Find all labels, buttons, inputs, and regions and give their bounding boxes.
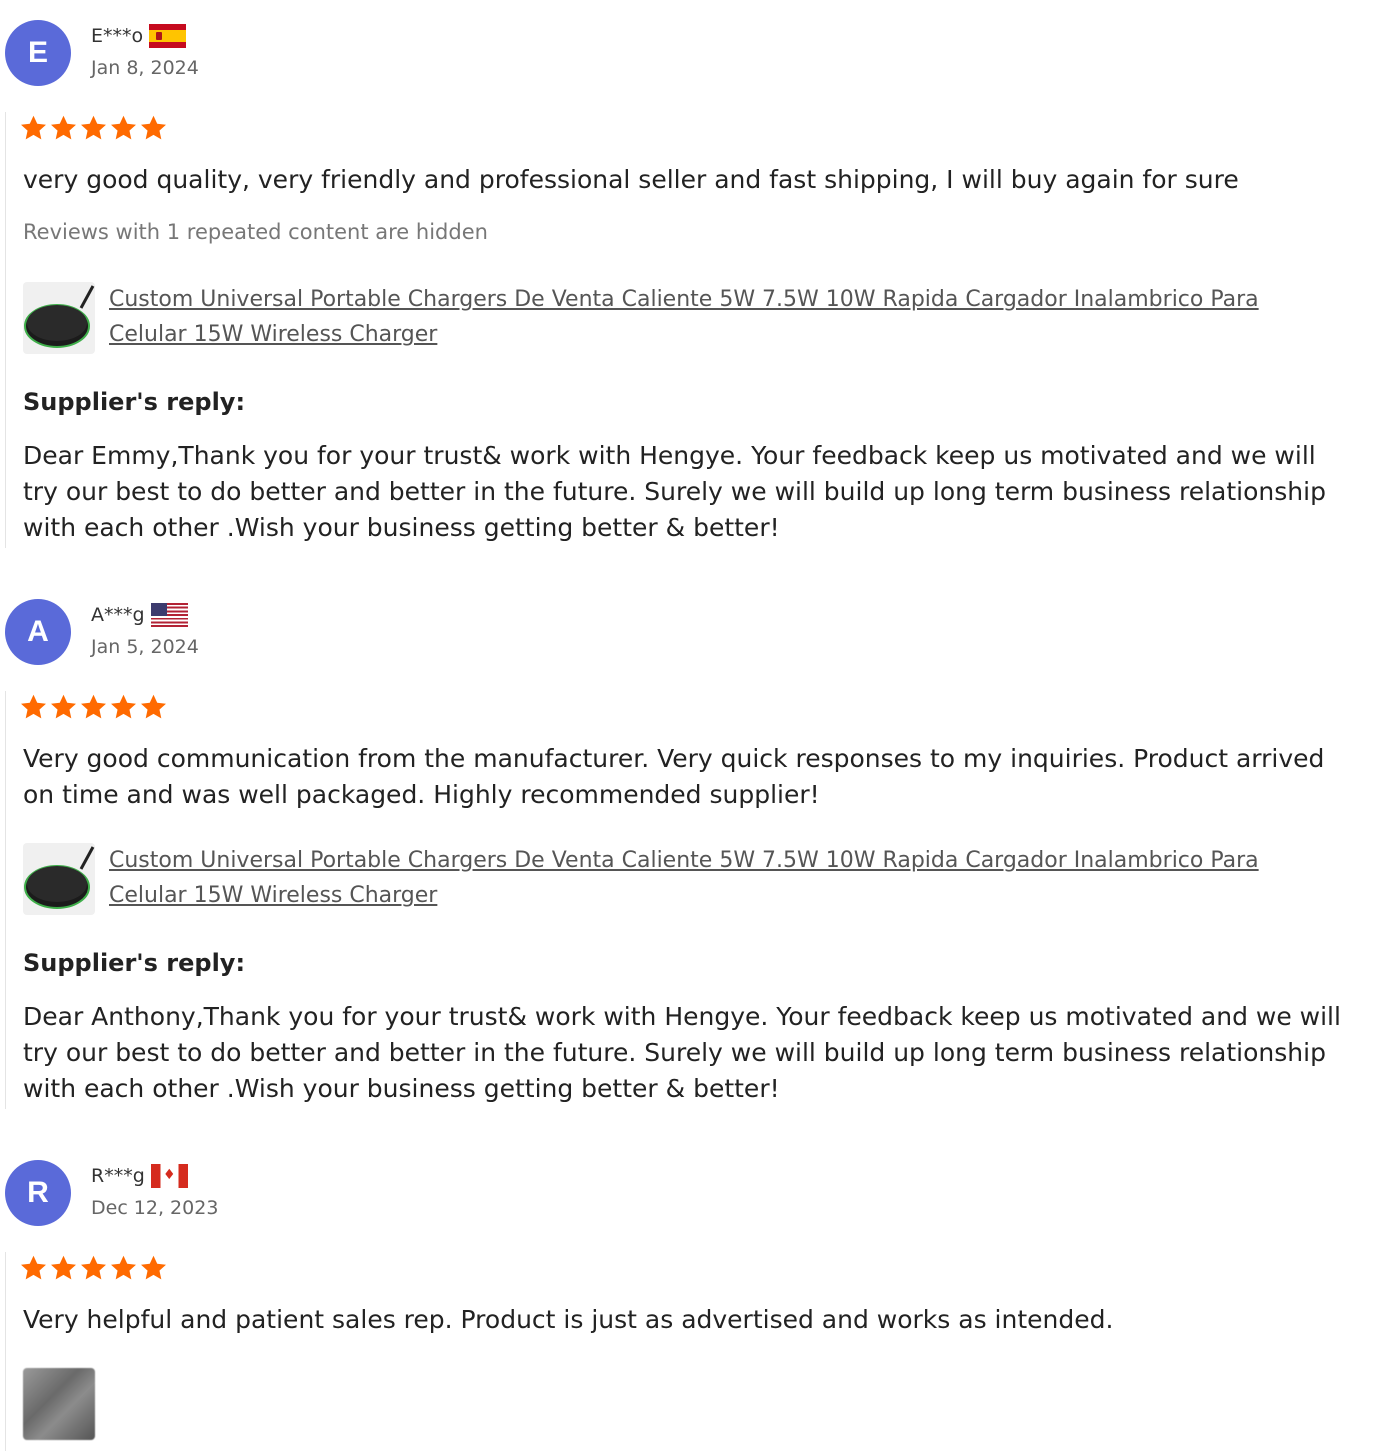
product-link-row: Custom Universal Portable Chargers De Ve… bbox=[23, 843, 1339, 915]
reviewer-name-text: A***g bbox=[91, 604, 145, 626]
review-text: Very helpful and patient sales rep. Prod… bbox=[23, 1305, 1114, 1334]
avatar: R bbox=[5, 1160, 71, 1226]
spain-flag-icon bbox=[149, 24, 187, 48]
star-icon bbox=[141, 115, 166, 140]
star-rating bbox=[19, 693, 168, 721]
wireless-charger-icon bbox=[24, 285, 95, 348]
reviewer-name-text: R***g bbox=[91, 1165, 145, 1187]
star-rating bbox=[19, 114, 168, 142]
supplier-reply-title: Supplier's reply: bbox=[23, 388, 246, 416]
product-link[interactable]: Custom Universal Portable Chargers De Ve… bbox=[109, 282, 1339, 352]
review-date: Jan 8, 2024 bbox=[91, 57, 199, 79]
product-link[interactable]: Custom Universal Portable Chargers De Ve… bbox=[109, 843, 1339, 913]
hidden-reviews-note: Reviews with 1 repeated content are hidd… bbox=[23, 220, 488, 244]
wireless-charger-icon bbox=[24, 846, 95, 909]
star-icon bbox=[81, 1255, 106, 1280]
star-icon bbox=[141, 1255, 166, 1280]
supplier-reply-title: Supplier's reply: bbox=[23, 949, 246, 977]
supplier-reply-text: Dear Emmy,Thank you for your trust& work… bbox=[23, 441, 1326, 542]
product-thumbnail[interactable] bbox=[23, 843, 95, 915]
product-link-row: Custom Universal Portable Chargers De Ve… bbox=[23, 282, 1339, 354]
reviewer-name: R***g ♦ bbox=[91, 1164, 188, 1188]
star-icon bbox=[21, 694, 46, 719]
star-icon bbox=[51, 1255, 76, 1280]
star-icon bbox=[21, 1255, 46, 1280]
supplier-reply-text: Dear Anthony,Thank you for your trust& w… bbox=[23, 1002, 1341, 1103]
star-rating bbox=[19, 1254, 168, 1282]
reviewer-name-text: E***o bbox=[91, 25, 144, 47]
avatar: E bbox=[5, 20, 71, 86]
star-icon bbox=[111, 1255, 136, 1280]
review-text: Very good communication from the manufac… bbox=[23, 744, 1325, 809]
review-date: Jan 5, 2024 bbox=[91, 636, 199, 658]
review-text: very good quality, very friendly and pro… bbox=[23, 165, 1239, 194]
usa-flag-icon bbox=[150, 603, 188, 627]
star-icon bbox=[81, 115, 106, 140]
star-icon bbox=[51, 694, 76, 719]
review-content: Very helpful and patient sales rep. Prod… bbox=[5, 1252, 1386, 1451]
review-content: very good quality, very friendly and pro… bbox=[5, 112, 1386, 548]
reviewer-name: A***g bbox=[91, 603, 188, 627]
review-content: Very good communication from the manufac… bbox=[5, 691, 1386, 1109]
product-thumbnail[interactable] bbox=[23, 282, 95, 354]
review-photo[interactable] bbox=[23, 1368, 95, 1440]
star-icon bbox=[51, 115, 76, 140]
star-icon bbox=[141, 694, 166, 719]
review-date: Dec 12, 2023 bbox=[91, 1197, 219, 1219]
avatar: A bbox=[5, 599, 71, 665]
star-icon bbox=[111, 694, 136, 719]
canada-flag-icon: ♦ bbox=[150, 1164, 188, 1188]
star-icon bbox=[111, 115, 136, 140]
star-icon bbox=[81, 694, 106, 719]
reviewer-name: E***o bbox=[91, 24, 187, 48]
star-icon bbox=[21, 115, 46, 140]
